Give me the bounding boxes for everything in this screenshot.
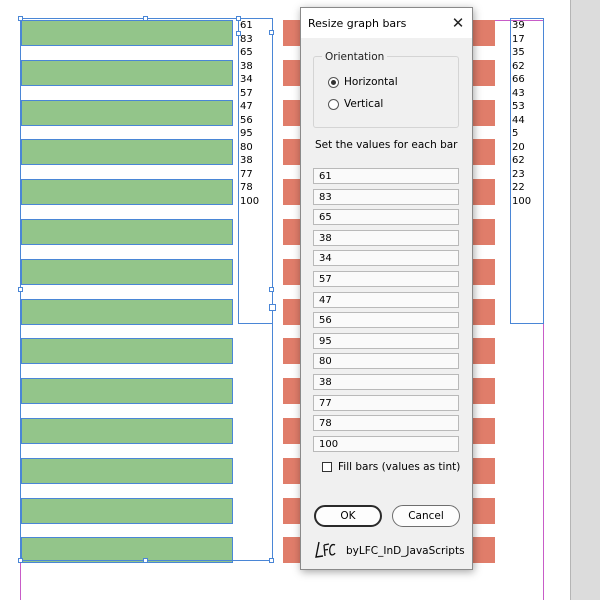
- fill-bars-label: Fill bars (values as tint): [338, 461, 461, 473]
- fill-bars-checkbox[interactable]: [322, 462, 332, 472]
- value-label: 57: [240, 87, 253, 99]
- orientation-horizontal-radio[interactable]: Horizontal: [328, 76, 398, 88]
- cancel-button[interactable]: Cancel: [392, 505, 460, 527]
- value-label: 65: [240, 47, 253, 58]
- value-label: 61: [240, 20, 253, 31]
- resize-graph-bars-dialog: Resize graph bars ✕ Orientation Horizont…: [300, 7, 473, 570]
- selection-handle[interactable]: [269, 558, 274, 563]
- value-label: 80: [240, 141, 253, 153]
- close-icon[interactable]: ✕: [447, 13, 469, 33]
- selection-handle[interactable]: [18, 287, 23, 292]
- selection-handle[interactable]: [269, 304, 276, 311]
- selection-handle[interactable]: [18, 16, 23, 21]
- radio-label: Vertical: [344, 98, 384, 110]
- side-panel: [570, 0, 600, 600]
- value-label: 62: [512, 60, 525, 72]
- value-label: 56: [240, 114, 253, 126]
- bar-value-input[interactable]: [313, 374, 459, 390]
- value-label: 78: [240, 182, 253, 193]
- right-value-labels: 39 17 35 62 66 43 53 44 5 20 62 23 22 100: [512, 19, 531, 208]
- value-label: 44: [512, 114, 525, 126]
- value-label: 43: [512, 87, 525, 99]
- dialog-title: Resize graph bars: [308, 17, 407, 30]
- selection-handle[interactable]: [269, 30, 274, 35]
- values-label: Set the values for each bar: [315, 139, 458, 151]
- value-label: 5: [512, 128, 519, 139]
- value-label: 23: [512, 168, 525, 180]
- orientation-vertical-radio[interactable]: Vertical: [328, 98, 383, 110]
- bar-value-input[interactable]: [313, 353, 459, 369]
- value-label: 53: [512, 101, 525, 112]
- value-label: 66: [512, 74, 525, 85]
- lfc-logo-icon: [315, 541, 336, 558]
- ok-button[interactable]: OK: [314, 505, 382, 527]
- bar-value-input[interactable]: [313, 312, 459, 328]
- bar-value-input[interactable]: [313, 189, 459, 205]
- bar-value-input[interactable]: [313, 395, 459, 411]
- selection-handle[interactable]: [269, 287, 274, 292]
- selection-handle[interactable]: [236, 31, 241, 36]
- value-label: 47: [240, 101, 253, 112]
- radio-unselected-icon[interactable]: [328, 98, 339, 110]
- value-label: 77: [240, 168, 253, 180]
- value-label: 83: [240, 33, 253, 45]
- orientation-label: Orientation: [322, 51, 388, 63]
- footer-credit: byLFC_InD_JavaScripts: [346, 545, 465, 557]
- bar-value-input[interactable]: [313, 292, 459, 308]
- value-label: 34: [240, 74, 253, 85]
- radio-selected-icon[interactable]: [328, 76, 339, 88]
- value-label: 100: [512, 195, 532, 207]
- value-label: 35: [512, 47, 525, 58]
- bar-value-input[interactable]: [313, 436, 459, 452]
- value-label: 17: [512, 33, 525, 45]
- value-label: 100: [240, 195, 260, 207]
- bar-value-input[interactable]: [313, 333, 459, 349]
- selection-handle[interactable]: [143, 558, 148, 563]
- value-label: 62: [512, 155, 525, 166]
- selection-handle[interactable]: [143, 16, 148, 21]
- bar-value-input[interactable]: [313, 168, 459, 184]
- selection-handle[interactable]: [18, 558, 23, 563]
- radio-label: Horizontal: [344, 76, 398, 88]
- selection-handle[interactable]: [236, 16, 241, 21]
- value-label: 20: [512, 141, 525, 153]
- orientation-group: [313, 56, 459, 128]
- bar-value-input[interactable]: [313, 271, 459, 287]
- bar-value-input[interactable]: [313, 250, 459, 266]
- value-label: 95: [240, 128, 253, 139]
- selection-frame: [20, 18, 273, 561]
- dialog-title-bar[interactable]: Resize graph bars ✕: [301, 8, 472, 38]
- bar-value-input[interactable]: [313, 209, 459, 225]
- fill-bars-checkbox-row[interactable]: Fill bars (values as tint): [322, 461, 460, 473]
- bar-value-input[interactable]: [313, 230, 459, 246]
- value-label: 38: [240, 60, 253, 72]
- bar-value-input[interactable]: [313, 415, 459, 431]
- left-value-labels: 61 83 65 38 34 57 47 56 95 80 38 77 78 100: [240, 19, 259, 208]
- value-label: 38: [240, 155, 253, 166]
- value-label: 22: [512, 182, 525, 193]
- value-label: 39: [512, 20, 525, 31]
